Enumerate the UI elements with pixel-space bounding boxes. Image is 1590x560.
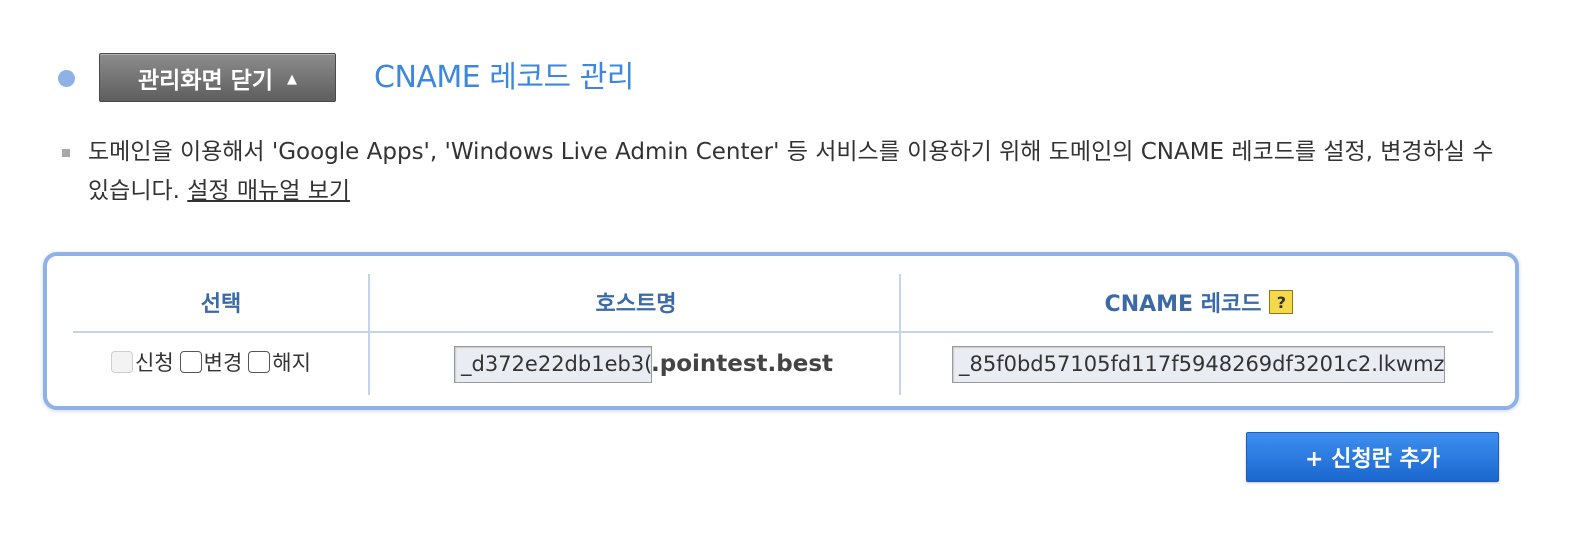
column-divider (368, 274, 370, 395)
cname-input[interactable]: _85f0bd57105fd117f5948269df3201c2.lkwmzf (952, 346, 1445, 383)
close-admin-button-label: 관리화면 닫기 (138, 67, 273, 94)
action-options: 신청 변경 해지 (111, 348, 317, 376)
cancel-label: 해지 (272, 351, 311, 375)
help-icon[interactable]: ? (1269, 290, 1294, 314)
option-cancel: 해지 (248, 347, 311, 377)
caret-up-icon: ▲ (286, 72, 297, 87)
apply-checkbox (111, 351, 133, 373)
apply-label: 신청 (135, 351, 174, 375)
option-apply: 신청 (111, 347, 174, 377)
manual-link[interactable]: 설정 매뉴얼 보기 (187, 178, 350, 204)
column-divider (899, 274, 901, 395)
hostname-suffix: .pointest.best (651, 351, 834, 377)
column-header-hostname: 호스트명 (595, 292, 677, 317)
section-title: CNAME 레코드 관리 (374, 60, 634, 95)
change-label: 변경 (203, 351, 243, 375)
description: 도메인을 이용해서 'Google Apps', 'Windows Live A… (62, 133, 1502, 211)
close-admin-button[interactable]: 관리화면 닫기 ▲ (99, 53, 336, 102)
square-bullet-icon (62, 149, 70, 157)
option-change: 변경 (179, 347, 243, 377)
header-divider (73, 331, 1493, 333)
column-header-cname-label: CNAME 레코드 (1104, 292, 1262, 317)
add-request-row-button[interactable]: + 신청란 추가 (1246, 432, 1499, 482)
change-checkbox[interactable] (179, 351, 202, 373)
column-header-cname: CNAME 레코드 ? (903, 278, 1495, 326)
section-bullet-dot (58, 70, 75, 87)
description-text-block: 도메인을 이용해서 'Google Apps', 'Windows Live A… (88, 133, 1502, 211)
cancel-checkbox[interactable] (248, 351, 271, 373)
cname-table-panel: 선택 호스트명 CNAME 레코드 ? 신청 변경 해지 _d372e22db1… (43, 252, 1519, 410)
column-header-select: 선택 (200, 292, 242, 317)
hostname-input[interactable]: _d372e22db1eb3( (454, 346, 652, 383)
